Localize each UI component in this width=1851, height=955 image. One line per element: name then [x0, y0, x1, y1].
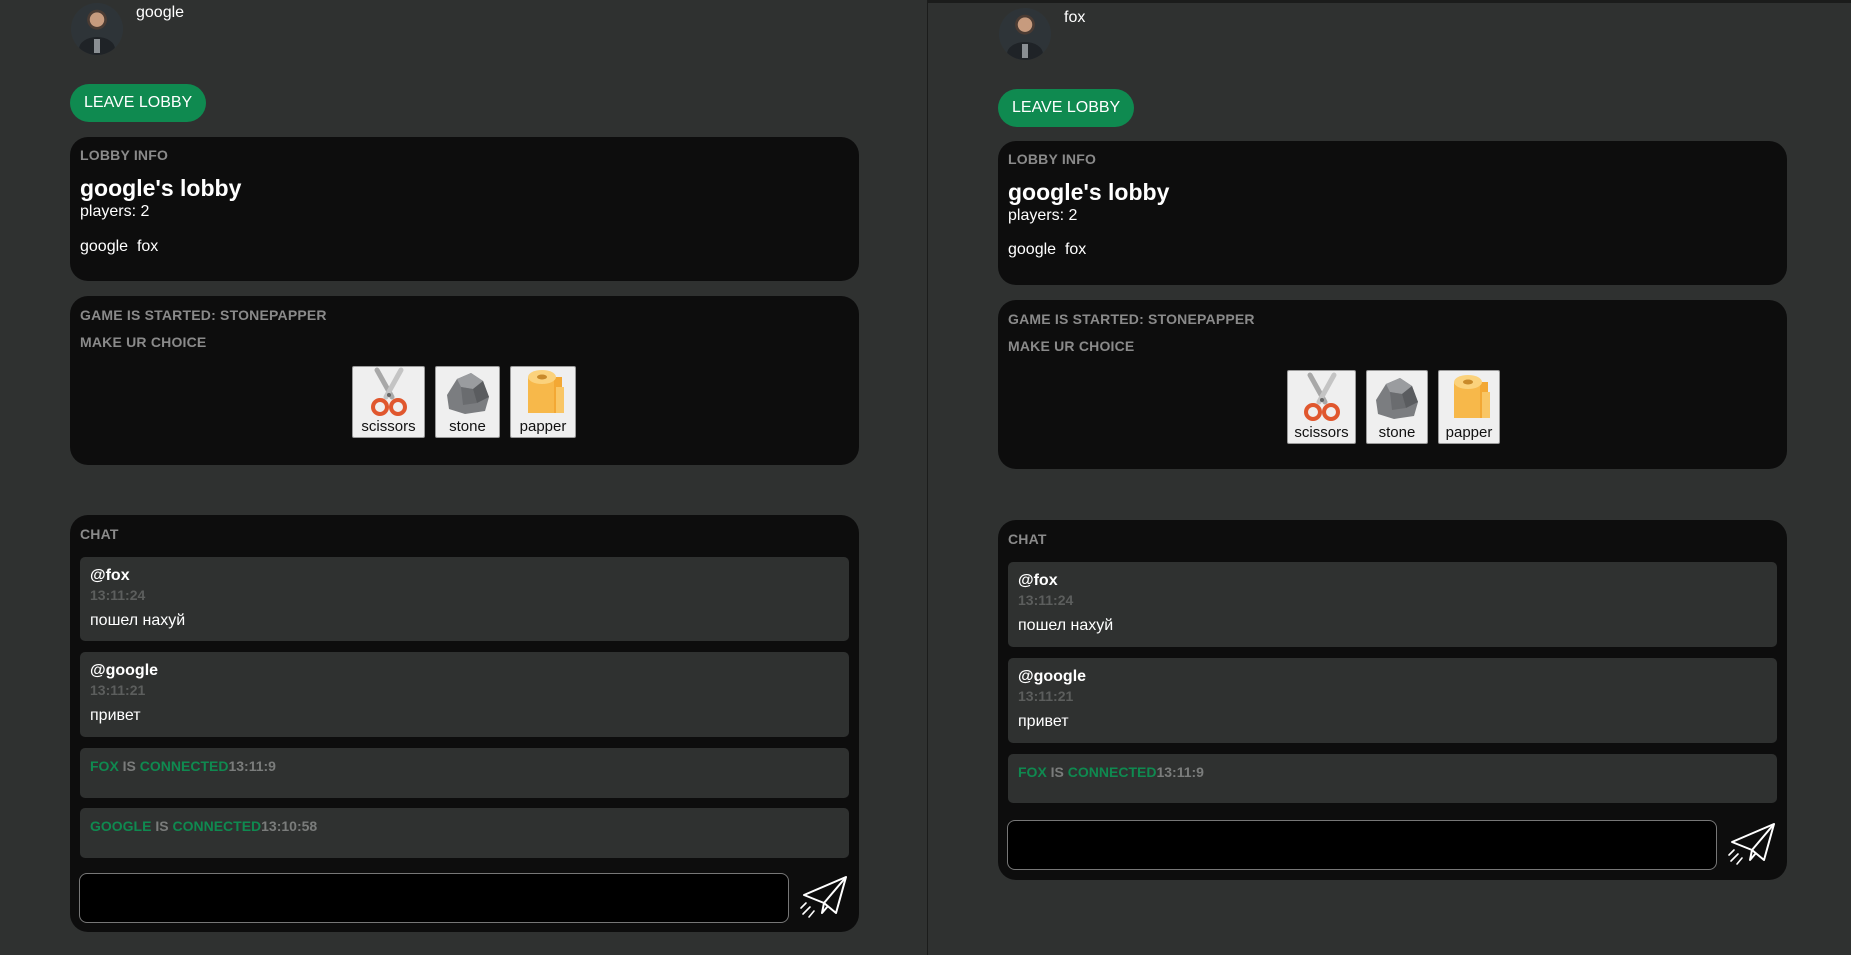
- players-list: google fox: [1008, 241, 1087, 258]
- scissors-button[interactable]: scissors: [1287, 370, 1356, 444]
- chat-message: @fox 13:11:24 пошел нахуй: [1008, 562, 1777, 647]
- scissors-button[interactable]: scissors: [352, 366, 425, 438]
- message-time: 13:11:21: [1018, 688, 1074, 704]
- connected-user: FOX: [1018, 764, 1047, 780]
- chat-input[interactable]: [1007, 820, 1717, 870]
- papper-button[interactable]: papper: [510, 366, 576, 438]
- chat-panel: CHAT @fox 13:11:24 пошел нахуй @google 1…: [998, 520, 1787, 880]
- send-button[interactable]: [798, 873, 850, 919]
- lobby-info-panel: LOBBY INFO google's lobby players: 2 goo…: [70, 137, 859, 281]
- lobby-name: google's lobby: [1008, 179, 1170, 205]
- leave-lobby-button[interactable]: LEAVE LOBBY: [70, 84, 207, 122]
- message-author: @google: [90, 662, 159, 679]
- papper-button[interactable]: papper: [1438, 370, 1500, 444]
- choice-prompt: MAKE UR CHOICE: [80, 334, 207, 350]
- game-panel: GAME IS STARTED: STONEPAPPER MAKE UR CHO…: [70, 296, 859, 465]
- system-message: FOX IS CONNECTED13:11:9: [80, 748, 849, 798]
- stone-icon: [1376, 378, 1418, 419]
- message-time: 13:11:24: [90, 587, 146, 603]
- message-time: 13:11:21: [90, 682, 146, 698]
- choice-buttons: scissors stone papper: [1287, 370, 1500, 444]
- username: fox: [1064, 9, 1086, 26]
- send-button[interactable]: [1726, 820, 1778, 866]
- system-message: FOX IS CONNECTED13:11:9: [1008, 754, 1777, 803]
- choice-label: stone: [1378, 424, 1416, 441]
- choice-buttons: scissors stone papper: [352, 366, 576, 438]
- chat-title: CHAT: [80, 526, 119, 542]
- connected-time: 13:11:9: [1156, 764, 1204, 780]
- lobby-info-title: LOBBY INFO: [1008, 151, 1097, 167]
- paper-plane-icon: [1728, 823, 1775, 865]
- user-header: google: [71, 3, 184, 55]
- connection-notice: FOX IS CONNECTED13:11:9: [1018, 764, 1204, 780]
- chat-message: @google 13:11:21 привет: [80, 652, 849, 737]
- right-client-pane: fox LEAVE LOBBY LOBBY INFO google's lobb…: [928, 0, 1851, 955]
- game-status: GAME IS STARTED: STONEPAPPER: [1008, 311, 1255, 327]
- stone-button[interactable]: stone: [1366, 370, 1428, 444]
- game-panel: GAME IS STARTED: STONEPAPPER MAKE UR CHO…: [998, 300, 1787, 469]
- players-list: google fox: [80, 238, 159, 255]
- scissors-icon: [370, 367, 407, 416]
- choice-label: stone: [449, 418, 486, 435]
- connected-time: 13:10:58: [261, 818, 318, 834]
- stone-icon: [446, 373, 489, 414]
- connected-status: CONNECTED: [1067, 764, 1157, 780]
- paper-plane-icon: [800, 876, 847, 918]
- connected-status: CONNECTED: [172, 818, 262, 834]
- stone-button[interactable]: stone: [435, 366, 500, 438]
- left-client-pane: google LEAVE LOBBY LOBBY INFO google's l…: [0, 0, 928, 955]
- chat-input[interactable]: [79, 873, 789, 923]
- user-header: fox: [999, 8, 1085, 60]
- message-author: @google: [1018, 668, 1087, 685]
- choice-label: scissors: [361, 418, 416, 435]
- message-text: пошел нахуй: [90, 612, 186, 629]
- is-word: IS: [118, 758, 140, 774]
- lobby-name: google's lobby: [80, 175, 242, 201]
- players-count: players: 2: [1008, 207, 1078, 224]
- message-text: привет: [90, 707, 141, 724]
- system-message: GOOGLE IS CONNECTED13:10:58: [80, 808, 849, 858]
- connection-notice: GOOGLE IS CONNECTED13:10:58: [90, 818, 317, 834]
- game-status: GAME IS STARTED: STONEPAPPER: [80, 307, 327, 323]
- connection-notice: FOX IS CONNECTED13:11:9: [90, 758, 276, 774]
- choice-label: papper: [519, 418, 567, 435]
- lobby-info-title: LOBBY INFO: [80, 147, 169, 163]
- message-text: пошел нахуй: [1018, 617, 1114, 634]
- choice-label: scissors: [1294, 424, 1349, 441]
- connected-user: GOOGLE: [90, 818, 152, 834]
- scissors-icon: [1303, 372, 1340, 421]
- choice-label: papper: [1445, 424, 1493, 441]
- message-time: 13:11:24: [1018, 592, 1074, 608]
- message-text: привет: [1018, 713, 1069, 730]
- connected-status: CONNECTED: [139, 758, 229, 774]
- players-count: players: 2: [80, 203, 150, 220]
- is-word: IS: [151, 818, 173, 834]
- chat-message: @google 13:11:21 привет: [1008, 658, 1777, 743]
- chat-message: @fox 13:11:24 пошел нахуй: [80, 557, 849, 641]
- username: google: [136, 4, 185, 21]
- connected-user: FOX: [90, 758, 119, 774]
- chat-title: CHAT: [1008, 531, 1047, 547]
- message-author: @fox: [90, 567, 130, 584]
- avatar: [71, 3, 123, 55]
- lobby-info-panel: LOBBY INFO google's lobby players: 2 goo…: [998, 141, 1787, 285]
- chat-panel: CHAT @fox 13:11:24 пошел нахуй @google 1…: [70, 515, 859, 932]
- is-word: IS: [1046, 764, 1068, 780]
- message-author: @fox: [1018, 572, 1058, 589]
- paper-roll-icon: [528, 370, 564, 413]
- paper-roll-icon: [1454, 375, 1490, 418]
- avatar: [999, 8, 1051, 60]
- leave-lobby-button[interactable]: LEAVE LOBBY: [998, 89, 1135, 127]
- choice-prompt: MAKE UR CHOICE: [1008, 338, 1135, 354]
- connected-time: 13:11:9: [228, 758, 276, 774]
